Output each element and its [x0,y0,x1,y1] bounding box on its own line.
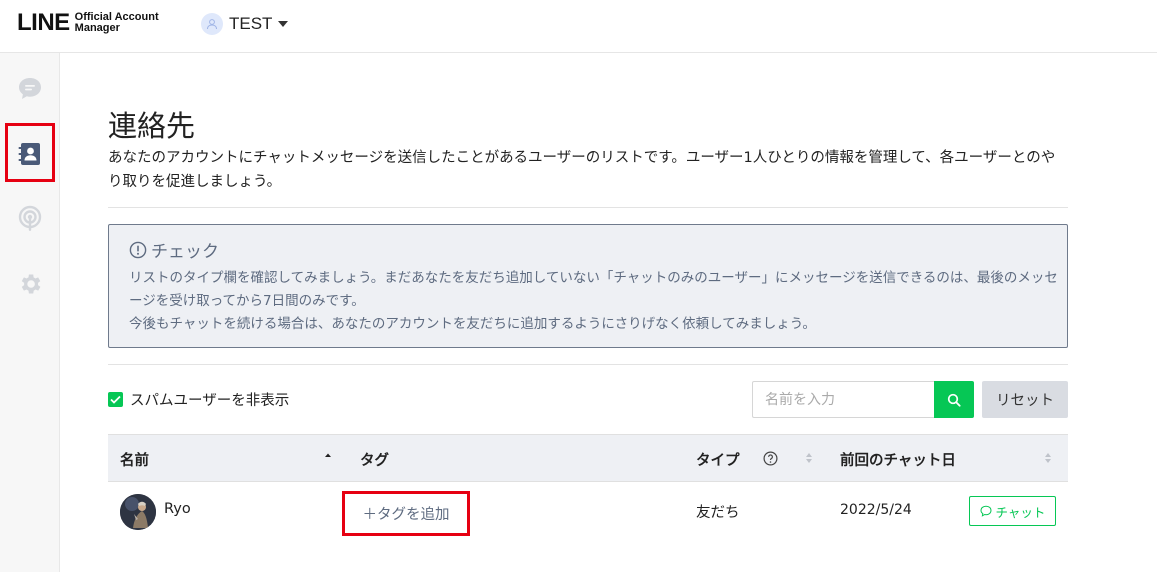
last-chat-date: 2022/5/24 [840,502,912,518]
name-search-input[interactable] [752,381,934,418]
divider [108,207,1068,208]
table-row[interactable]: Ryo ＋タグを追加 友だち 2022/5/24 チャット [108,482,1068,544]
sidebar-item-broadcast[interactable] [14,203,46,235]
user-type: 友だち [696,505,740,521]
account-avatar-icon [201,13,223,35]
search-button[interactable] [934,381,974,418]
top-header: LINE Official Account Manager TEST [0,0,1157,53]
reset-button[interactable]: リセット [982,381,1068,418]
column-header-last-chat[interactable]: 前回のチャット日 [840,449,956,470]
broadcast-icon [18,205,42,231]
chat-button[interactable]: チャット [969,496,1056,526]
hide-spam-label: スパムユーザーを非表示 [130,393,290,409]
logo-sub-line-2: Manager [74,22,120,34]
help-question-icon[interactable] [763,451,778,466]
logo-sub-text: Official Account Manager [75,12,159,34]
user-name[interactable]: Ryo [164,501,191,517]
page-title: 連絡先 [108,109,196,143]
sort-asc-icon[interactable] [324,452,332,462]
divider [108,364,1068,365]
sidebar [0,53,60,572]
check-notice: チェック リストのタイプ欄を確認してみましょう。まだあなたを友だち追加していない… [108,224,1068,348]
contacts-highlight-box [5,123,55,182]
sort-icon[interactable] [1044,451,1052,465]
column-header-type[interactable]: タイプ [696,449,740,470]
notice-title: チェック [151,242,219,262]
user-avatar [120,494,156,530]
notice-body: リストのタイプ欄を確認してみましょう。まだあなたを友だち追加していない「チャット… [129,267,1059,336]
page-description: あなたのアカウントにチャットメッセージを送信したことがあるユーザーのリストです。… [108,150,1056,190]
column-header-tag: タグ [360,453,389,469]
line-oa-logo[interactable]: LINE Official Account Manager [17,10,159,36]
chat-button-label: チャット [995,504,1046,520]
notice-line-2: 今後もチャットを続ける場合は、あなたのアカウントを友だちに追加するようにさりげな… [129,316,816,332]
chat-bubble-icon [19,78,41,99]
notice-header: チェック [129,237,219,262]
table-header: 名前 タグ タイプ 前回のチャット日 [108,434,1068,482]
add-tag-button[interactable]: ＋タグを追加 [342,491,470,536]
sidebar-item-settings[interactable] [14,268,46,300]
caret-down-icon [278,21,289,27]
account-switcher[interactable]: TEST [201,12,289,36]
checkbox-checked-icon[interactable] [108,392,123,407]
notice-line-1: リストのタイプ欄を確認してみましょう。まだあなたを友だち追加していない「チャット… [129,270,1058,309]
search-icon [947,393,961,407]
info-exclamation-icon [129,241,147,258]
sort-icon[interactable] [805,451,813,465]
account-name: TEST [229,14,273,33]
sidebar-item-chat[interactable] [14,73,46,105]
chat-bubble-icon [980,505,992,517]
logo-main-text: LINE [17,9,70,36]
gear-icon [21,274,41,294]
column-header-name[interactable]: 名前 [120,449,149,470]
hide-spam-checkbox[interactable]: スパムユーザーを非表示 [108,389,289,410]
